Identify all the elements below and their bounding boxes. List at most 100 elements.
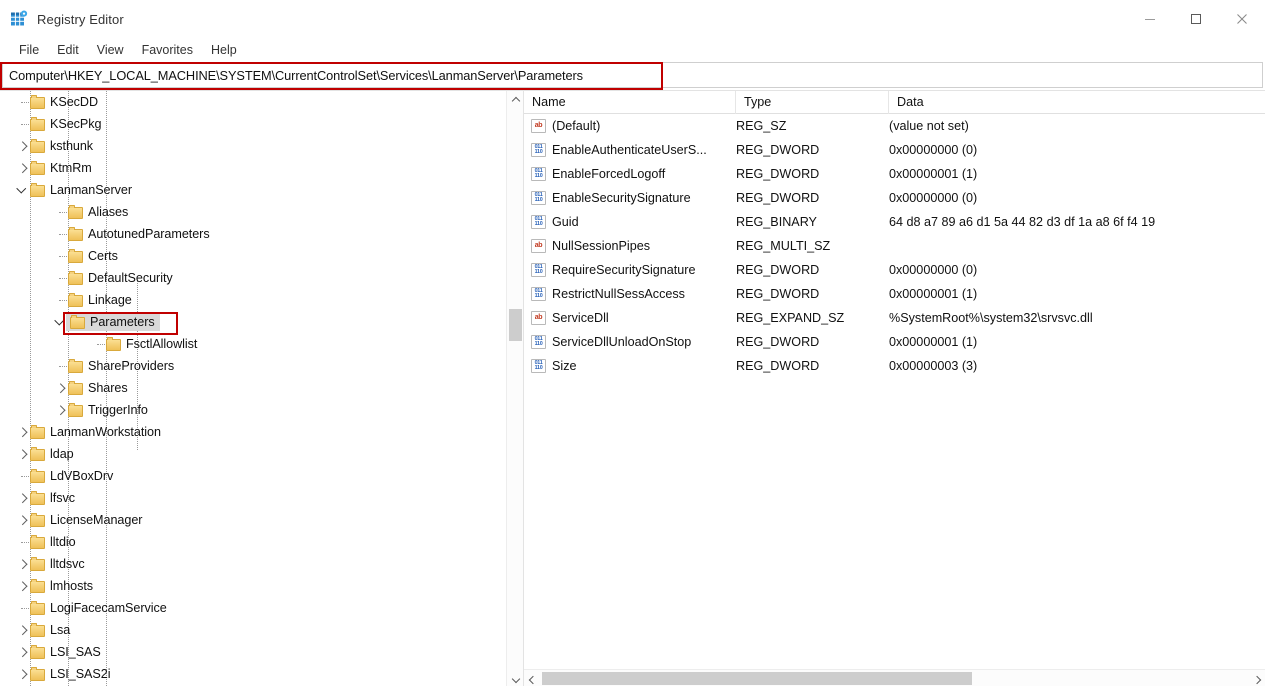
tree-item-shareproviders[interactable]: ShareProviders (0, 355, 506, 377)
value-row[interactable]: ab(Default)REG_SZ(value not set) (524, 114, 1265, 138)
tree-scroll-down-button[interactable] (507, 669, 524, 686)
tree-item-lsa[interactable]: Lsa (0, 619, 506, 641)
tree-scroll-up-button[interactable] (507, 91, 524, 108)
tree-item-content[interactable]: LSI_SAS (30, 645, 101, 659)
chevron-right-icon[interactable] (14, 157, 30, 179)
tree-vertical-scrollbar[interactable] (506, 91, 523, 686)
tree-item-lltdio[interactable]: lltdio (0, 531, 506, 553)
tree-item-content[interactable]: ksthunk (30, 139, 93, 153)
values-scroll-right-button[interactable] (1248, 670, 1265, 686)
tree-item-triggerinfo[interactable]: TriggerInfo (0, 399, 506, 421)
menu-file[interactable]: File (10, 39, 48, 61)
tree-item-content[interactable]: LanmanServer (30, 183, 132, 197)
tree-item-defaultsecurity[interactable]: DefaultSecurity (0, 267, 506, 289)
tree-item-content[interactable]: TriggerInfo (68, 403, 148, 417)
tree-scrollbar-thumb[interactable] (509, 309, 522, 341)
value-row[interactable]: 011110RestrictNullSessAccessREG_DWORD0x0… (524, 282, 1265, 306)
value-row[interactable]: abNullSessionPipesREG_MULTI_SZ (524, 234, 1265, 258)
tree-item-content[interactable]: LicenseManager (30, 513, 142, 527)
tree-item-content[interactable]: DefaultSecurity (68, 271, 173, 285)
tree-item-content[interactable]: LdVBoxDrv (30, 469, 113, 483)
chevron-right-icon[interactable] (14, 135, 30, 157)
values-horizontal-scrollbar[interactable] (524, 669, 1265, 686)
tree-item-content[interactable]: KSecPkg (30, 117, 101, 131)
chevron-right-icon[interactable] (14, 443, 30, 465)
menu-help[interactable]: Help (202, 39, 246, 61)
registry-tree[interactable]: KSecDD KSecPkg ksthunk KtmRm LanmanServer Ali… (0, 91, 506, 686)
tree-item-fsctlallowlist[interactable]: FsctlAllowlist (0, 333, 506, 355)
tree-item-lltdsvc[interactable]: lltdsvc (0, 553, 506, 575)
value-row[interactable]: 011110SizeREG_DWORD0x00000003 (3) (524, 354, 1265, 378)
close-button[interactable] (1219, 0, 1265, 38)
values-scroll-left-button[interactable] (524, 670, 541, 686)
value-row[interactable]: 011110EnableForcedLogoffREG_DWORD0x00000… (524, 162, 1265, 186)
chevron-right-icon[interactable] (52, 377, 68, 399)
tree-item-linkage[interactable]: Linkage (0, 289, 506, 311)
tree-item-ksecdd[interactable]: KSecDD (0, 91, 506, 113)
tree-item-lanmanserver[interactable]: LanmanServer (0, 179, 506, 201)
tree-item-content[interactable]: Parameters (66, 314, 160, 331)
tree-item-autotunedparameters[interactable]: AutotunedParameters (0, 223, 506, 245)
tree-item-ldvboxdrv[interactable]: LdVBoxDrv (0, 465, 506, 487)
tree-item-content[interactable]: KSecDD (30, 95, 98, 109)
chevron-down-icon[interactable] (14, 179, 30, 201)
column-header-type[interactable]: Type (736, 91, 889, 114)
tree-item-ldap[interactable]: ldap (0, 443, 506, 465)
chevron-right-icon[interactable] (14, 575, 30, 597)
tree-item-ktmrm[interactable]: KtmRm (0, 157, 506, 179)
chevron-right-icon[interactable] (14, 487, 30, 509)
chevron-right-icon[interactable] (14, 509, 30, 531)
value-row[interactable]: 011110RequireSecuritySignatureREG_DWORD0… (524, 258, 1265, 282)
chevron-right-icon[interactable] (14, 553, 30, 575)
maximize-button[interactable] (1173, 0, 1219, 38)
chevron-right-icon[interactable] (52, 399, 68, 421)
tree-item-parameters[interactable]: Parameters (0, 311, 506, 333)
tree-item-lfsvc[interactable]: lfsvc (0, 487, 506, 509)
column-header-data[interactable]: Data (889, 91, 1265, 114)
tree-item-lsi-sas2i[interactable]: LSI_SAS2i (0, 663, 506, 685)
tree-item-content[interactable]: lfsvc (30, 491, 75, 505)
tree-item-content[interactable]: lltdio (30, 535, 76, 549)
tree-item-content[interactable]: lmhosts (30, 579, 93, 593)
tree-item-content[interactable]: Certs (68, 249, 118, 263)
tree-item-logifacecamservice[interactable]: LogiFacecamService (0, 597, 506, 619)
tree-item-content[interactable]: AutotunedParameters (68, 227, 210, 241)
tree-item-content[interactable]: FsctlAllowlist (106, 337, 197, 351)
values-list[interactable]: ab(Default)REG_SZ(value not set)011110En… (524, 114, 1265, 669)
tree-item-content[interactable]: Shares (68, 381, 128, 395)
chevron-right-icon[interactable] (14, 641, 30, 663)
tree-item-lanmanworkstation[interactable]: LanmanWorkstation (0, 421, 506, 443)
tree-item-lsi-sas[interactable]: LSI_SAS (0, 641, 506, 663)
chevron-right-icon[interactable] (14, 619, 30, 641)
value-row[interactable]: 011110ServiceDllUnloadOnStopREG_DWORD0x0… (524, 330, 1265, 354)
menu-view[interactable]: View (88, 39, 133, 61)
value-row[interactable]: 011110EnableAuthenticateUserS...REG_DWOR… (524, 138, 1265, 162)
tree-item-content[interactable]: LogiFacecamService (30, 601, 167, 615)
value-row[interactable]: 011110EnableSecuritySignatureREG_DWORD0x… (524, 186, 1265, 210)
menu-favorites[interactable]: Favorites (133, 39, 202, 61)
tree-item-content[interactable]: ldap (30, 447, 74, 461)
menu-edit[interactable]: Edit (48, 39, 88, 61)
tree-item-content[interactable]: Lsa (30, 623, 70, 637)
tree-item-certs[interactable]: Certs (0, 245, 506, 267)
tree-item-content[interactable]: ShareProviders (68, 359, 174, 373)
tree-item-ksthunk[interactable]: ksthunk (0, 135, 506, 157)
tree-item-ksecpkg[interactable]: KSecPkg (0, 113, 506, 135)
tree-item-content[interactable]: KtmRm (30, 161, 92, 175)
address-bar-input[interactable]: Computer\HKEY_LOCAL_MACHINE\SYSTEM\Curre… (2, 62, 1263, 88)
column-header-name[interactable]: Name (524, 91, 736, 114)
tree-item-content[interactable]: Aliases (68, 205, 128, 219)
tree-item-shares[interactable]: Shares (0, 377, 506, 399)
values-scrollbar-thumb[interactable] (542, 672, 972, 685)
tree-item-content[interactable]: lltdsvc (30, 557, 85, 571)
chevron-right-icon[interactable] (14, 421, 30, 443)
value-row[interactable]: 011110GuidREG_BINARY64 d8 a7 89 a6 d1 5a… (524, 210, 1265, 234)
value-row[interactable]: abServiceDllREG_EXPAND_SZ%SystemRoot%\sy… (524, 306, 1265, 330)
tree-item-content[interactable]: LSI_SAS2i (30, 667, 110, 681)
chevron-right-icon[interactable] (14, 663, 30, 685)
tree-item-licensemanager[interactable]: LicenseManager (0, 509, 506, 531)
minimize-button[interactable] (1127, 0, 1173, 38)
tree-item-content[interactable]: LanmanWorkstation (30, 425, 161, 439)
tree-item-aliases[interactable]: Aliases (0, 201, 506, 223)
tree-item-lmhosts[interactable]: lmhosts (0, 575, 506, 597)
